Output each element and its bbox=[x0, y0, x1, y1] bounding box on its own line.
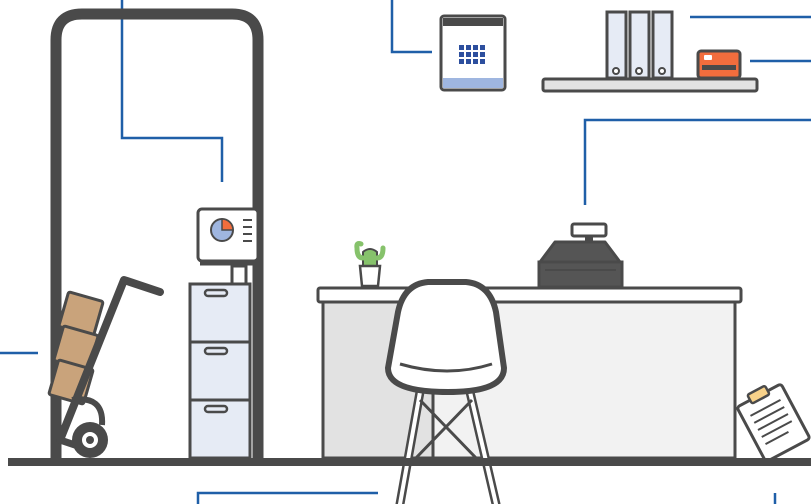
monitor-icon bbox=[196, 207, 260, 286]
cash-register-icon bbox=[537, 222, 624, 289]
floor-line bbox=[8, 458, 811, 466]
shelf-icon bbox=[541, 77, 759, 93]
desk-icon bbox=[316, 286, 743, 460]
credit-card-icon bbox=[696, 49, 742, 80]
callout-line-calendar bbox=[390, 0, 432, 54]
calendar-icon bbox=[439, 14, 507, 92]
binders-icon bbox=[605, 10, 674, 80]
cactus-plant-icon bbox=[354, 241, 386, 288]
hand-truck-icon bbox=[47, 276, 164, 458]
office-scene bbox=[0, 0, 811, 504]
callout-line-register bbox=[583, 118, 811, 205]
clipboard-icon bbox=[736, 383, 811, 463]
callout-line-chair bbox=[196, 491, 378, 504]
callout-line-monitor bbox=[120, 0, 224, 182]
file-cabinet-icon bbox=[188, 282, 252, 460]
